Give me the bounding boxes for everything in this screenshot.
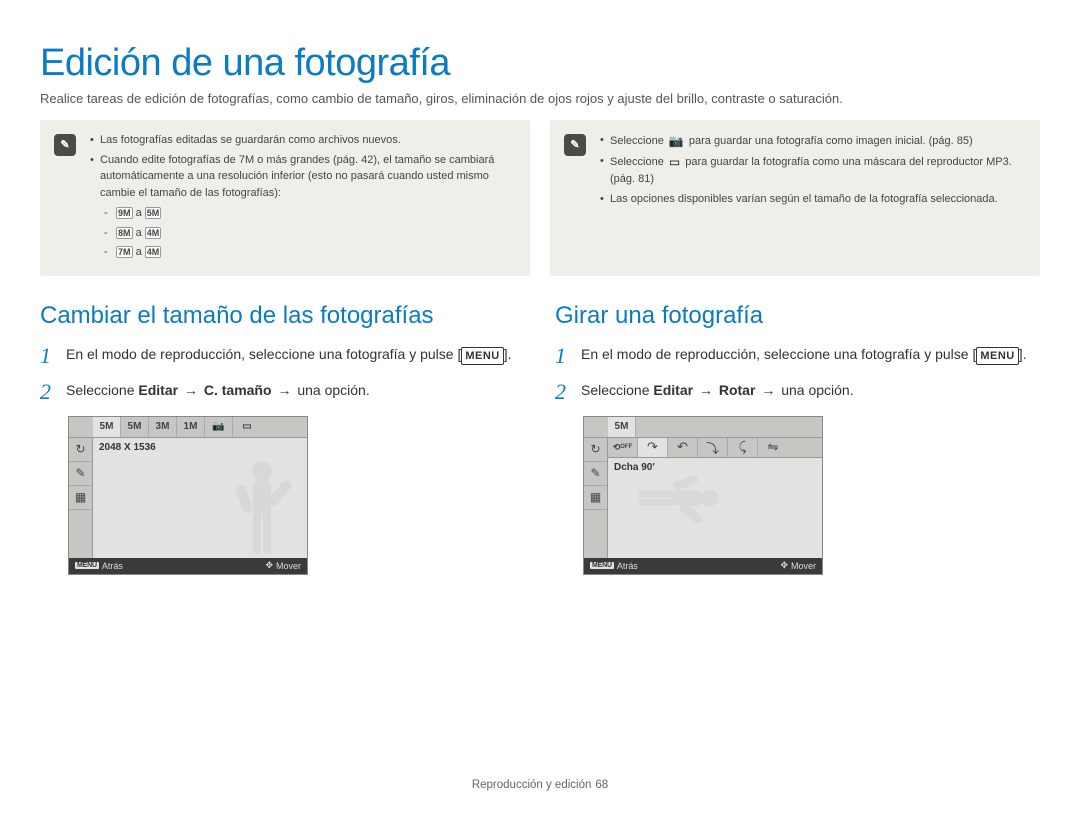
menu-key: MENU — [976, 347, 1018, 366]
section-heading-rotate: Girar una fotografía — [555, 302, 1040, 330]
page-intro: Realice tareas de edición de fotografías… — [40, 91, 1040, 106]
note-icon: ✎ — [54, 134, 76, 156]
nav-cross-icon: ✥ — [265, 560, 273, 571]
menu-chip-icon: MENU — [75, 562, 99, 569]
step-number: 1 — [555, 344, 571, 368]
back-label: Atrás — [102, 561, 123, 571]
horizontal-icon[interactable]: ⤹ — [728, 438, 758, 457]
note-icon: ✎ — [564, 134, 586, 156]
step-number: 2 — [40, 380, 56, 404]
off-icon[interactable]: ⟲OFF — [608, 438, 638, 457]
right-180-icon[interactable]: ⤵ — [698, 438, 728, 457]
note-item: Las opciones disponibles varían según el… — [600, 191, 1026, 208]
size-chip: 4M — [145, 227, 162, 239]
silhouette-icon — [635, 468, 721, 528]
size-chip: 9M — [116, 207, 133, 219]
note-item: Seleccione ▭ para guardar la fotografía … — [600, 153, 1026, 188]
camera-screen-rotate: 5M ↻ ✎ ▦ ⟲OFF ↷ ↶ ⤵ — [583, 416, 823, 575]
rotate-icon[interactable]: ↻ — [69, 438, 92, 462]
size-chip: 5M — [145, 207, 162, 219]
mp3-skin-icon: ▭ — [669, 153, 680, 171]
silhouette-icon — [227, 458, 297, 558]
size-tab[interactable]: 5M — [608, 417, 636, 437]
notebox-left: ✎ Las fotografías editadas se guardarán … — [40, 120, 530, 276]
note-item: Seleccione 📷 para guardar una fotografía… — [600, 132, 1026, 150]
camera-screen-resize: 5M 5M 3M 1M 📷 ▭ ↻ ✎ ▦ 2048 X 1536 — [68, 416, 308, 575]
menu-chip-icon: MENU — [590, 562, 614, 569]
size-tab[interactable]: 5M — [93, 417, 121, 437]
rotate-icon[interactable]: ↻ — [584, 438, 607, 462]
page-title: Edición de una fotografía — [40, 42, 1040, 85]
grid-icon[interactable]: ▦ — [69, 486, 92, 510]
size-row: 8M a 4M — [100, 225, 516, 242]
size-tab[interactable]: 3M — [149, 417, 177, 437]
vertical-icon[interactable]: ⇋ — [758, 438, 788, 457]
size-tab[interactable]: 5M — [121, 417, 149, 437]
step-text: En el modo de reproducción, seleccione u… — [581, 344, 1027, 366]
camera-boot-icon[interactable]: 📷 — [205, 417, 233, 437]
right-90-icon[interactable]: ↷ — [638, 438, 668, 457]
size-row: 7M a 4M — [100, 244, 516, 261]
step-text: Seleccione Editar → C. tamaño → una opci… — [66, 380, 370, 401]
menu-key: MENU — [461, 347, 503, 366]
size-chip: 4M — [145, 246, 162, 258]
size-row: 9M a 5M — [100, 205, 516, 222]
back-label: Atrás — [617, 561, 638, 571]
note-item: Cuando edite fotografías de 7M o más gra… — [90, 152, 516, 261]
mp3-skin-icon[interactable]: ▭ — [233, 417, 261, 437]
size-tab[interactable]: 1M — [177, 417, 205, 437]
size-chip: 7M — [116, 246, 133, 258]
step-number: 1 — [40, 344, 56, 368]
step-number: 2 — [555, 380, 571, 404]
edit-icon[interactable]: ✎ — [584, 462, 607, 486]
notebox-right: ✎ Seleccione 📷 para guardar una fotograf… — [550, 120, 1040, 276]
edit-icon[interactable]: ✎ — [69, 462, 92, 486]
nav-cross-icon: ✥ — [780, 560, 788, 571]
camera-boot-icon: 📷 — [669, 132, 684, 150]
left-90-icon[interactable]: ↶ — [668, 438, 698, 457]
step-text: Seleccione Editar → Rotar → una opción. — [581, 380, 854, 401]
note-item: Las fotografías editadas se guardarán co… — [90, 132, 516, 149]
page-footer: Reproducción y edición68 — [0, 779, 1080, 791]
step-text: En el modo de reproducción, seleccione u… — [66, 344, 512, 366]
size-chip: 8M — [116, 227, 133, 239]
resolution-label: 2048 X 1536 — [99, 442, 301, 453]
section-heading-resize: Cambiar el tamaño de las fotografías — [40, 302, 525, 330]
move-label: Mover — [791, 561, 816, 571]
move-label: Mover — [276, 561, 301, 571]
grid-icon[interactable]: ▦ — [584, 486, 607, 510]
